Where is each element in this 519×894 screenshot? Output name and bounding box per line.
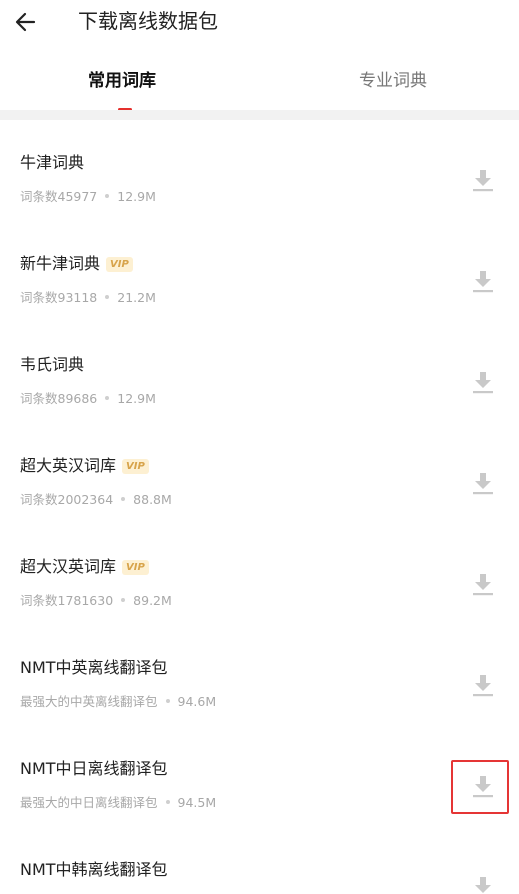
arrow-left-icon <box>15 12 36 32</box>
item-name-text: 超大汉英词库 <box>20 557 117 576</box>
download-button[interactable] <box>472 572 494 596</box>
item-name: 新牛津词典 VIP <box>20 253 133 275</box>
list-item[interactable]: 韦氏词典词条数89686 12.9M <box>0 322 519 423</box>
item-size: 12.9M <box>117 391 156 406</box>
tab-bar: 常用词库 专业词典 <box>0 56 519 111</box>
tab-common-dictionaries[interactable]: 常用词库 <box>88 70 156 92</box>
separator-dot <box>105 396 110 400</box>
separator-dot <box>105 194 110 198</box>
download-icon <box>473 675 493 697</box>
vip-badge: VIP <box>122 459 149 474</box>
list-item[interactable]: 新牛津词典 VIP 词条数93118 21.2M <box>0 221 519 322</box>
download-button[interactable] <box>472 673 494 697</box>
item-size: 21.2M <box>117 290 156 305</box>
download-button[interactable] <box>472 370 494 394</box>
separator-dot <box>105 295 110 299</box>
item-size: 94.6M <box>177 694 217 709</box>
item-meta: 词条数45977 12.9M <box>20 189 156 205</box>
item-name-text: 新牛津词典 <box>20 254 101 273</box>
separator-dot <box>121 598 126 602</box>
item-name-text: 牛津词典 <box>20 153 85 172</box>
download-button[interactable] <box>472 471 494 495</box>
list-item[interactable]: 超大英汉词库 VIP 词条数2002364 88.8M <box>0 423 519 524</box>
download-button[interactable] <box>472 269 494 293</box>
download-icon <box>473 574 493 596</box>
item-meta: 词条数93118 21.2M <box>20 290 156 306</box>
item-meta: 词条数2002364 88.8M <box>20 492 172 508</box>
item-name-text: NMT中韩离线翻译包 <box>20 860 168 879</box>
item-description: 词条数1781630 <box>20 593 114 608</box>
item-meta: 词条数89686 12.9M <box>20 391 156 407</box>
vip-badge: VIP <box>122 560 149 575</box>
vip-badge: VIP <box>106 257 133 272</box>
download-icon <box>473 170 493 192</box>
item-name-text: 韦氏词典 <box>20 355 85 374</box>
page-title: 下载离线数据包 <box>78 9 218 33</box>
item-meta: 词条数1781630 89.2M <box>20 593 172 609</box>
download-icon <box>475 877 491 893</box>
item-description: 词条数89686 <box>20 391 98 406</box>
download-button[interactable] <box>472 875 494 894</box>
download-list: 牛津词典词条数45977 12.9M 新牛津词典 VIP 词条数93118 21.2M 韦氏… <box>0 120 519 894</box>
list-item[interactable]: NMT中韩离线翻译包 <box>0 827 519 894</box>
list-item[interactable]: 超大汉英词库 VIP 词条数1781630 89.2M <box>0 524 519 625</box>
item-description: 词条数45977 <box>20 189 98 204</box>
item-meta: 最强大的中英离线翻译包 94.6M <box>20 694 216 710</box>
download-button[interactable] <box>472 168 494 192</box>
item-name-text: NMT中英离线翻译包 <box>20 658 168 677</box>
section-divider <box>0 110 519 120</box>
item-size: 89.2M <box>133 593 172 608</box>
item-description: 词条数93118 <box>20 290 98 305</box>
item-description: 最强大的中日离线翻译包 <box>20 795 158 810</box>
tab-professional-dictionaries[interactable]: 专业词典 <box>359 70 427 92</box>
separator-dot <box>165 699 170 703</box>
item-description: 最强大的中英离线翻译包 <box>20 694 158 709</box>
item-size: 88.8M <box>133 492 172 507</box>
download-icon <box>473 473 493 495</box>
separator-dot <box>165 800 170 804</box>
item-name: NMT中日离线翻译包 <box>20 758 168 780</box>
list-item[interactable]: NMT中英离线翻译包最强大的中英离线翻译包 94.6M <box>0 625 519 726</box>
item-name: NMT中韩离线翻译包 <box>20 859 168 881</box>
header-bar: 下载离线数据包 <box>0 0 519 44</box>
item-name: 牛津词典 <box>20 152 84 174</box>
back-button[interactable] <box>12 8 40 36</box>
item-name: 超大汉英词库 VIP <box>20 556 149 578</box>
item-name: 超大英汉词库 VIP <box>20 455 149 477</box>
list-item[interactable]: NMT中日离线翻译包最强大的中日离线翻译包 94.5M <box>0 726 519 827</box>
separator-dot <box>121 497 126 501</box>
item-name: NMT中英离线翻译包 <box>20 657 168 679</box>
item-description: 词条数2002364 <box>20 492 114 507</box>
list-item[interactable]: 牛津词典词条数45977 12.9M <box>0 120 519 221</box>
item-name-text: 超大英汉词库 <box>20 456 117 475</box>
item-meta: 最强大的中日离线翻译包 94.5M <box>20 795 216 811</box>
download-highlight-box <box>451 760 509 814</box>
download-icon <box>473 372 493 394</box>
item-name: 韦氏词典 <box>20 354 84 376</box>
item-size: 12.9M <box>117 189 156 204</box>
item-name-text: NMT中日离线翻译包 <box>20 759 168 778</box>
item-size: 94.5M <box>177 795 217 810</box>
download-icon <box>473 271 493 293</box>
